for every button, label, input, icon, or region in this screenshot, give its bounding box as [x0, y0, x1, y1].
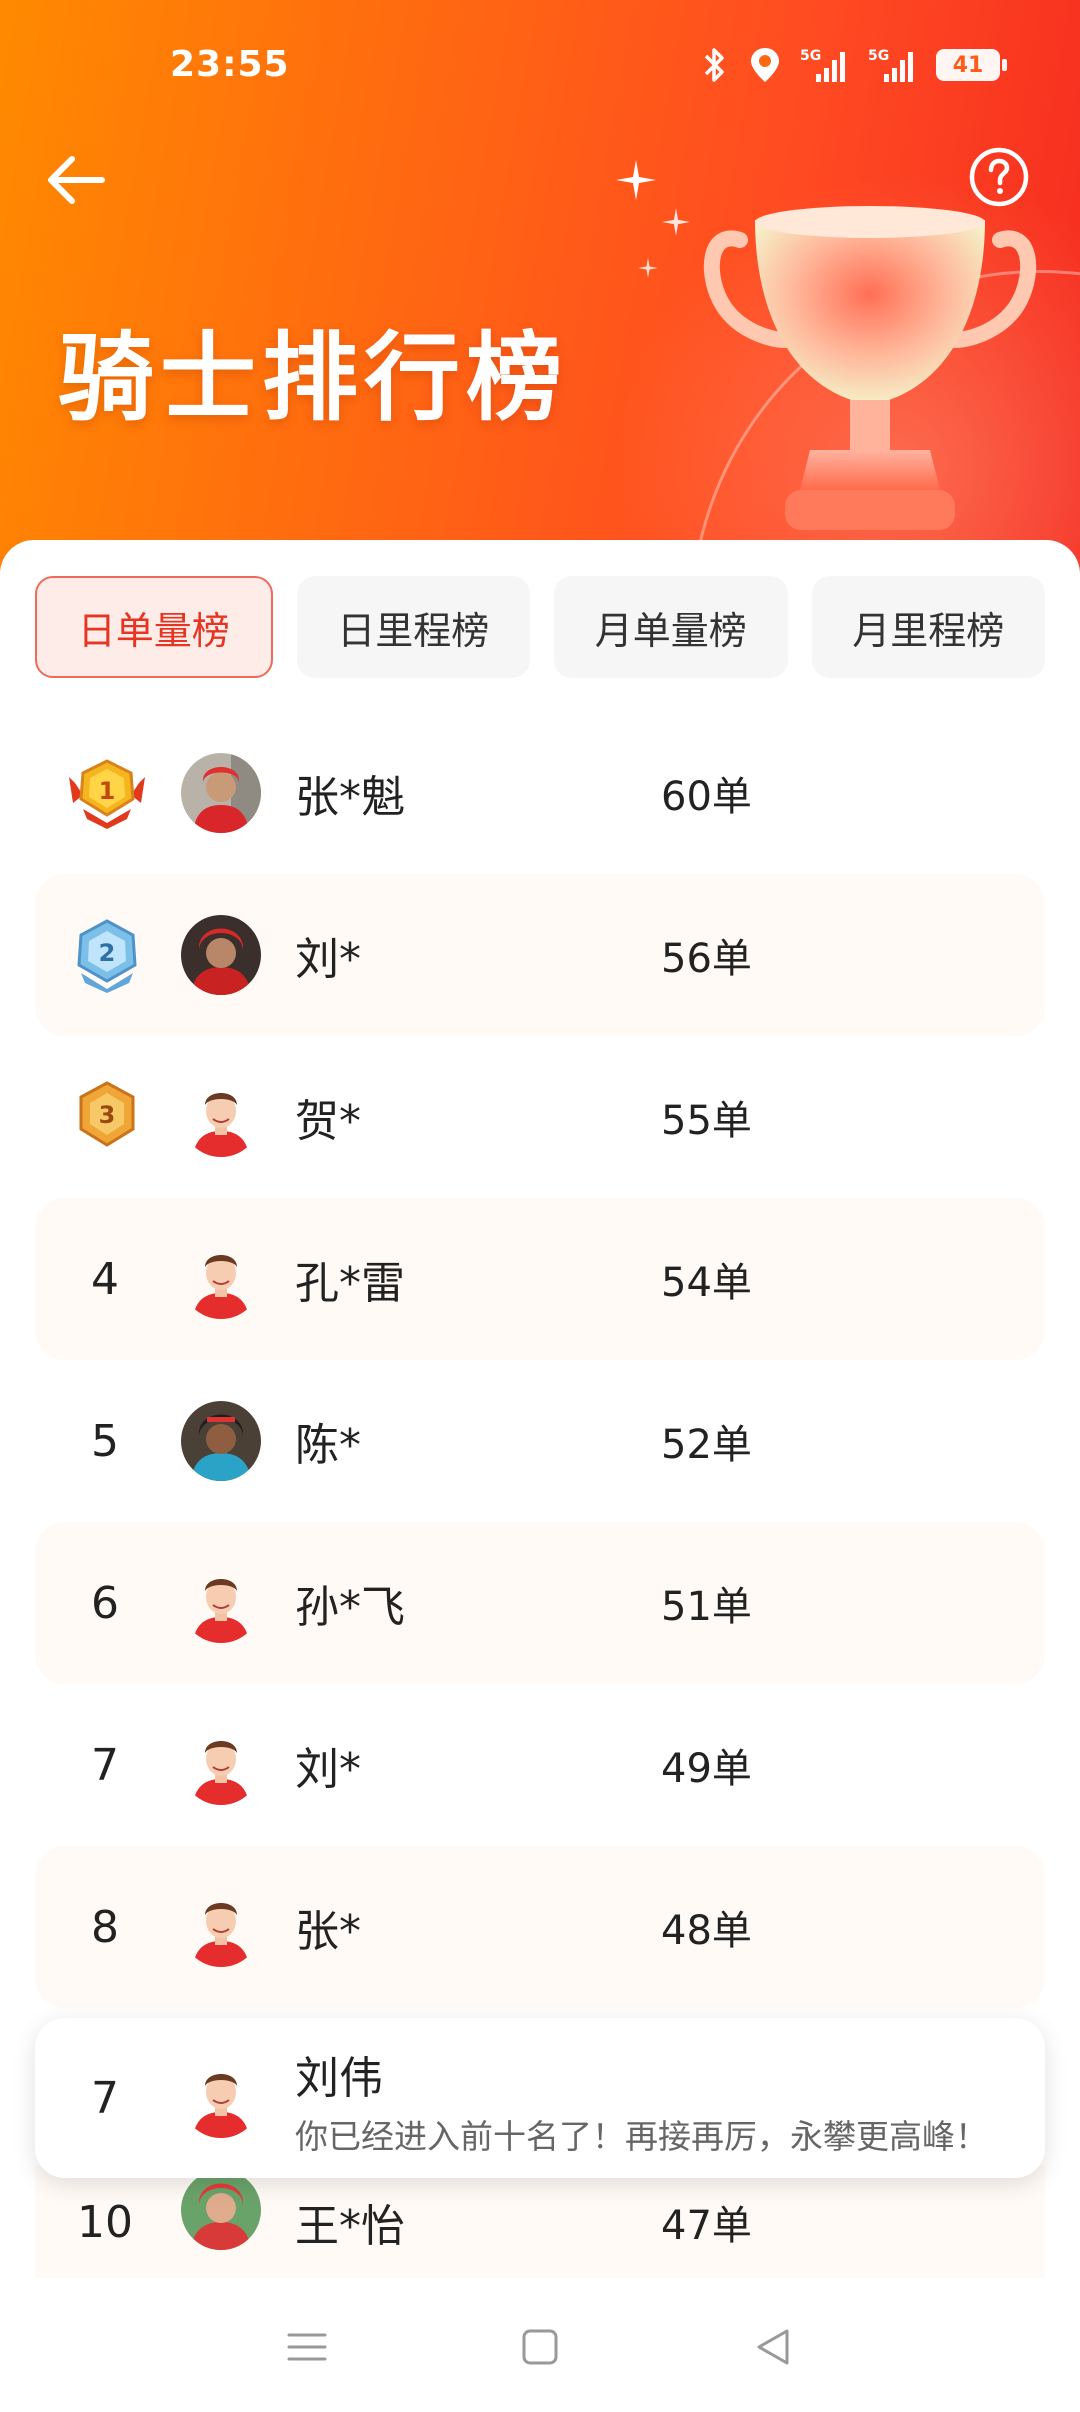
status-time: 23:55 [170, 44, 290, 85]
my-name: 刘伟 [295, 2053, 383, 2104]
rank-number: 8 [91, 1901, 119, 1953]
status-bar: 23:55 5G 5G 41 [0, 0, 1080, 140]
trophy-icon [703, 206, 1037, 530]
rider-name: 刘* [295, 1744, 361, 1795]
ranking-panel: 日单量榜 日里程榜 月单量榜 月里程榜 1 张*魁 60单 2 刘* 56单 3… [0, 540, 1080, 2270]
bluetooth-icon [704, 48, 724, 82]
list-item[interactable]: 3 贺* 55单 [35, 1036, 1045, 1198]
system-nav-bar [0, 2282, 1080, 2412]
svg-text:2: 2 [99, 939, 116, 967]
rider-name: 孔*雷 [295, 1258, 405, 1309]
svg-text:3: 3 [99, 1101, 116, 1129]
menu-nav-button[interactable] [277, 2317, 337, 2377]
status-icons: 5G 5G 41 [700, 46, 1007, 84]
avatar [181, 1401, 261, 1481]
sparkle-icon [662, 208, 690, 236]
rank-number: 5 [91, 1415, 119, 1467]
sparkle-icon [616, 160, 656, 200]
tab-monthly-orders[interactable]: 月单量榜 [554, 576, 788, 678]
arrow-left-icon [48, 156, 105, 204]
order-count: 47单 [661, 2203, 752, 2249]
list-item[interactable]: 10 王*怡 47单 [35, 2166, 1045, 2278]
silver-medal-icon: 2 [77, 919, 137, 993]
my-rank-number: 7 [91, 2072, 119, 2124]
rank-number: 6 [91, 1577, 119, 1629]
order-count: 60单 [661, 774, 752, 820]
rank-number: 4 [91, 1253, 119, 1305]
avatar [181, 1887, 261, 1967]
tab-daily-orders[interactable]: 日单量榜 [35, 576, 273, 678]
header-banner: 23:55 5G 5G 41 骑士排行榜 [0, 0, 1080, 620]
ranking-tabs: 日单量榜 日里程榜 月单量榜 月里程榜 [35, 576, 1045, 678]
rank-number: 10 [77, 2196, 133, 2248]
avatar [181, 1563, 261, 1643]
rider-name: 贺* [295, 1096, 361, 1147]
order-count: 55单 [661, 1098, 752, 1144]
list-item[interactable]: 1 张*魁 60单 [35, 712, 1045, 874]
back-button[interactable] [40, 145, 120, 215]
back-nav-button[interactable] [743, 2317, 803, 2377]
list-item[interactable]: 8 张* 48单 [35, 1846, 1045, 2008]
rider-name: 张* [295, 1906, 361, 1957]
avatar [181, 1077, 261, 1157]
signal-5g-icon: 5G [868, 48, 913, 82]
avatar [181, 753, 261, 833]
rider-name: 孙*飞 [295, 1582, 405, 1633]
svg-text:5G: 5G [868, 48, 889, 64]
my-rank-card[interactable]: 7 刘伟 你已经进入前十名了！再接再厉，永攀更高峰！ [35, 2018, 1045, 2178]
order-count: 56单 [661, 936, 752, 982]
tab-daily-mileage[interactable]: 日里程榜 [296, 576, 530, 678]
order-count: 48单 [661, 1908, 752, 1954]
rider-name: 王*怡 [295, 2201, 405, 2252]
gold-medal-icon: 1 [69, 759, 145, 829]
svg-text:5G: 5G [800, 48, 821, 64]
rider-name: 张*魁 [295, 772, 405, 823]
rider-name: 陈* [295, 1420, 361, 1471]
order-count: 54单 [661, 1260, 752, 1306]
ranking-screen: 23:55 5G 5G 41 骑士排行榜 日单量榜 日里程榜 月单量榜 月里程榜… [0, 0, 1080, 2412]
square-icon [522, 2329, 558, 2365]
location-icon [751, 48, 779, 82]
svg-text:1: 1 [99, 777, 116, 805]
list-item[interactable]: 4 孔*雷 54单 [35, 1198, 1045, 1360]
menu-icon [287, 2333, 327, 2361]
bronze-medal-icon: 3 [79, 1081, 135, 1147]
list-item[interactable]: 5 陈* 52单 [35, 1360, 1045, 1522]
avatar [181, 915, 261, 995]
encouragement-text: 你已经进入前十名了！再接再厉，永攀更高峰！ [295, 2117, 988, 2156]
tab-monthly-mileage[interactable]: 月里程榜 [811, 576, 1045, 678]
signal-5g-icon: 5G [800, 48, 845, 82]
avatar [181, 1725, 261, 1805]
leaderboard-list: 1 张*魁 60单 2 刘* 56单 3 贺* 55单 4 孔*雷 54单 5 … [35, 712, 1045, 2008]
rider-name: 刘* [295, 934, 361, 985]
sparkle-icon [638, 258, 658, 278]
rank-number: 7 [91, 1739, 119, 1791]
list-item[interactable]: 6 孙*飞 51单 [35, 1522, 1045, 1684]
home-nav-button[interactable] [510, 2317, 570, 2377]
avatar [181, 2058, 261, 2138]
triangle-back-icon [757, 2329, 789, 2365]
page-title: 骑士排行榜 [58, 322, 568, 434]
list-item[interactable]: 2 刘* 56单 [35, 874, 1045, 1036]
battery-icon: 41 [936, 49, 1007, 81]
order-count: 49单 [661, 1746, 752, 1792]
order-count: 52单 [661, 1422, 752, 1468]
avatar [181, 2170, 261, 2250]
order-count: 51单 [661, 1584, 752, 1630]
avatar [181, 1239, 261, 1319]
list-item[interactable]: 7 刘* 49单 [35, 1684, 1045, 1846]
